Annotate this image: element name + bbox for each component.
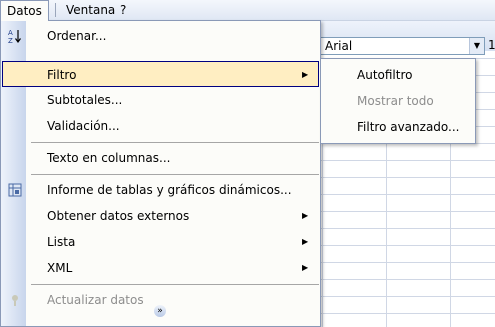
filtro-submenu: Autofiltro Mostrar todo Filtro avanzado.… bbox=[320, 58, 476, 144]
menu-datos[interactable]: Datos bbox=[0, 0, 49, 21]
menu-item-label: Lista bbox=[47, 235, 76, 249]
menu-item-texto-en-columnas[interactable]: Texto en columnas... bbox=[2, 145, 319, 171]
menu-item-subtotales[interactable]: Subtotales... bbox=[2, 87, 319, 113]
font-size-value: 10 bbox=[488, 38, 495, 52]
menu-item-ordenar[interactable]: AZ Ordenar... bbox=[2, 23, 319, 49]
menu-item-validacion[interactable]: Validación... bbox=[2, 113, 319, 139]
font-size-combobox[interactable]: 10 bbox=[488, 37, 495, 55]
menu-help-label: ? bbox=[120, 3, 127, 17]
submenu-item-mostrar-todo[interactable]: Mostrar todo bbox=[357, 88, 434, 114]
svg-text:A: A bbox=[8, 29, 13, 37]
font-name-value: Arial bbox=[325, 39, 353, 53]
sort-az-icon: AZ bbox=[7, 28, 23, 45]
submenu-item-autofiltro[interactable]: Autofiltro bbox=[357, 62, 412, 88]
double-chevron-down-icon[interactable]: » bbox=[151, 303, 169, 321]
submenu-arrow-icon: ▶ bbox=[302, 70, 309, 79]
pivot-table-icon bbox=[7, 182, 23, 198]
menu-item-label: Actualizar datos bbox=[47, 293, 144, 307]
datos-dropdown-menu: AZ Ordenar... Filtro ▶ Subtotales... Val… bbox=[0, 20, 321, 327]
font-name-combobox[interactable]: Arial ▼ bbox=[316, 37, 485, 55]
menu-ventana-label: Ventana bbox=[66, 3, 116, 17]
menu-item-label: Ordenar... bbox=[47, 29, 107, 43]
menu-datos-label: Datos bbox=[7, 4, 42, 18]
menu-separator bbox=[31, 174, 319, 175]
menu-separator bbox=[31, 142, 319, 143]
menu-bar: Datos Ventana ? bbox=[0, 0, 495, 21]
menu-separator bbox=[31, 284, 319, 285]
menu-item-label: Texto en columnas... bbox=[47, 151, 171, 165]
menu-ventana[interactable]: Ventana bbox=[60, 0, 121, 20]
menu-item-xml[interactable]: XML ▶ bbox=[2, 255, 319, 281]
menu-help[interactable]: ? bbox=[114, 0, 132, 20]
menu-item-obtener-datos-externos[interactable]: Obtener datos externos ▶ bbox=[2, 203, 319, 229]
menu-item-label: Informe de tablas y gráficos dinámicos..… bbox=[47, 183, 292, 197]
submenu-item-label: Autofiltro bbox=[357, 68, 413, 82]
menu-separator bbox=[55, 3, 56, 17]
submenu-item-filtro-avanzado[interactable]: Filtro avanzado... bbox=[357, 114, 460, 140]
refresh-icon bbox=[7, 292, 23, 308]
menu-item-label: Subtotales... bbox=[47, 93, 123, 107]
dropdown-arrow-icon[interactable]: ▼ bbox=[469, 38, 484, 54]
submenu-arrow-icon: ▶ bbox=[302, 237, 309, 246]
menu-item-label: Validación... bbox=[47, 119, 120, 133]
submenu-arrow-icon: ▶ bbox=[302, 263, 309, 272]
submenu-item-label: Mostrar todo bbox=[357, 94, 434, 108]
submenu-arrow-icon: ▶ bbox=[302, 211, 309, 220]
menu-item-lista[interactable]: Lista ▶ bbox=[2, 229, 319, 255]
menu-item-label: XML bbox=[47, 261, 73, 275]
menu-item-informe-tablas[interactable]: Informe de tablas y gráficos dinámicos..… bbox=[2, 177, 319, 203]
submenu-item-label: Filtro avanzado... bbox=[357, 120, 460, 134]
menu-item-label: Obtener datos externos bbox=[47, 209, 190, 223]
menu-item-label: Filtro bbox=[47, 68, 77, 82]
svg-text:Z: Z bbox=[8, 37, 13, 44]
menu-item-filtro[interactable]: Filtro ▶ bbox=[2, 61, 319, 87]
